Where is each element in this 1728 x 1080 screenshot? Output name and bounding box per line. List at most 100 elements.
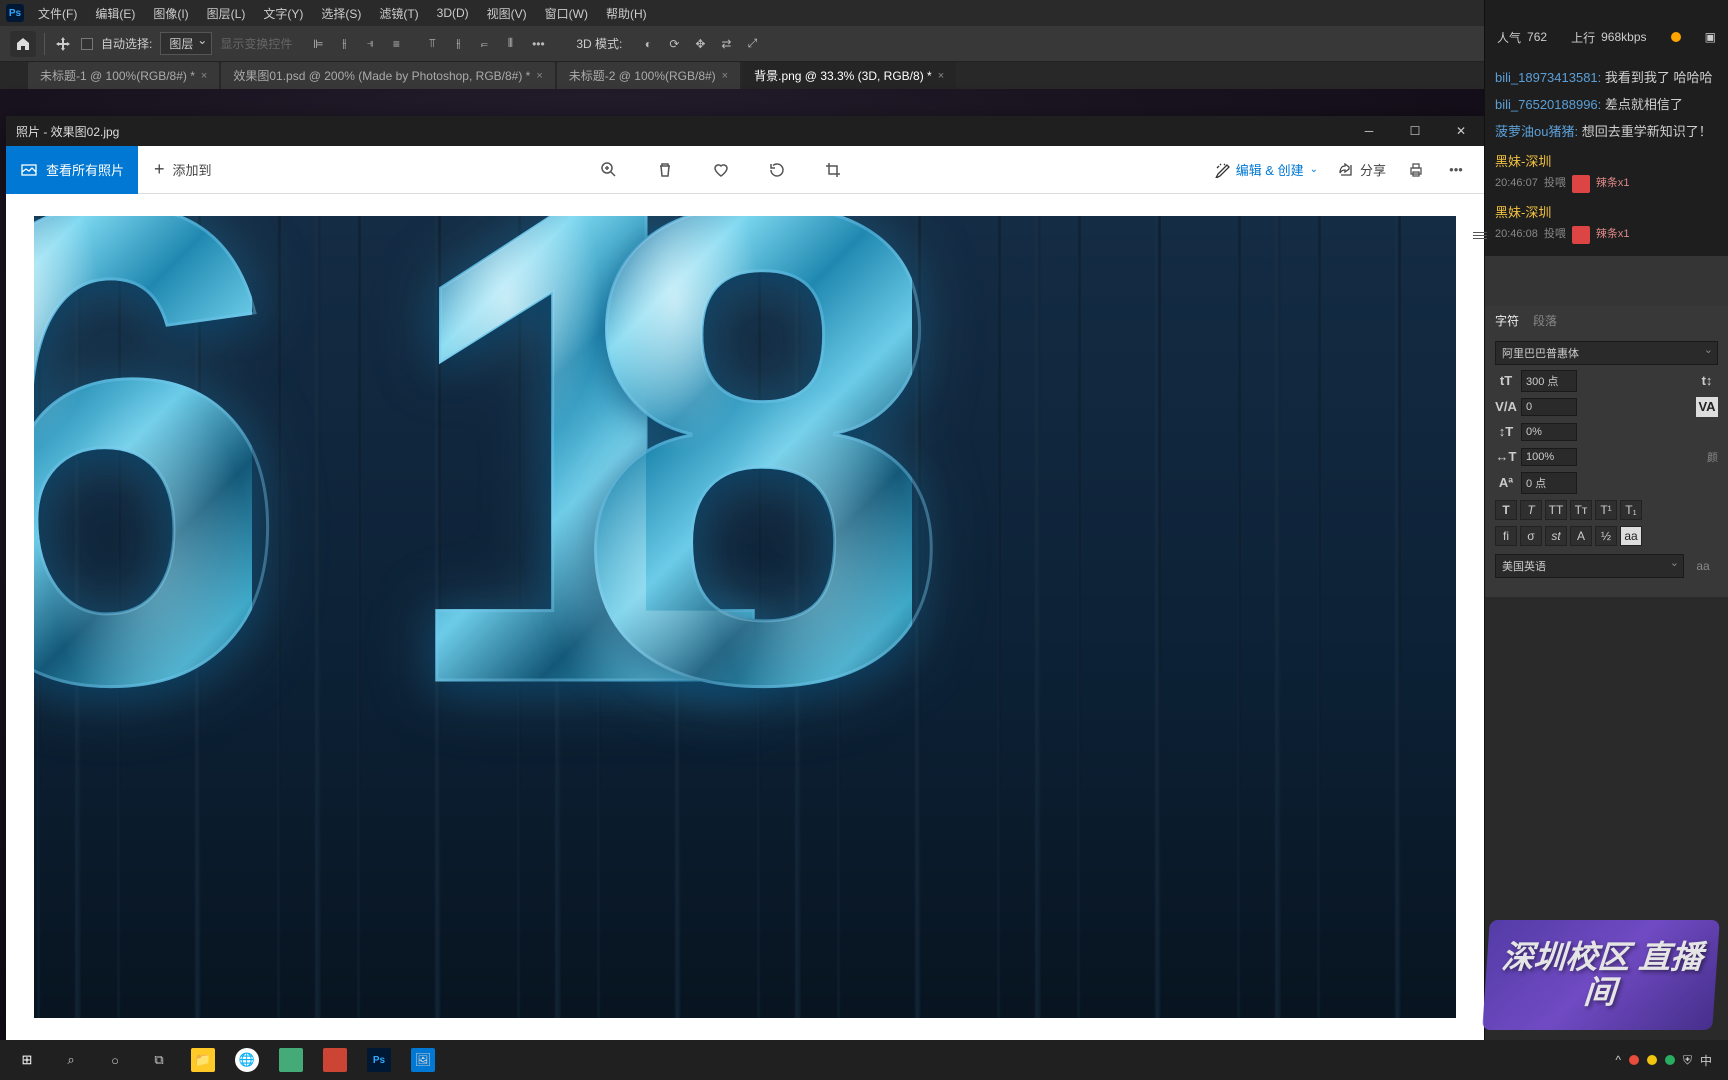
italic-button[interactable]: T	[1520, 500, 1542, 520]
zoom-icon[interactable]	[599, 160, 619, 180]
fraction-button[interactable]: ½	[1595, 526, 1617, 546]
vscale-input[interactable]: 100%	[1521, 448, 1577, 466]
taskbar-chrome[interactable]: 🌐	[226, 1040, 268, 1080]
move-tool-icon[interactable]	[53, 34, 73, 54]
menu-layer[interactable]: 图层(L)	[199, 2, 254, 25]
taskbar-app2[interactable]	[314, 1040, 356, 1080]
chat-user: 菠萝油ou猪猪:	[1495, 124, 1578, 139]
menu-edit[interactable]: 编辑(E)	[87, 2, 143, 25]
subscript-button[interactable]: T₁	[1620, 500, 1642, 520]
layer-dropdown[interactable]: 图层	[160, 32, 212, 55]
menu-3d[interactable]: 3D(D)	[429, 3, 477, 23]
minimize-button[interactable]: ─	[1346, 116, 1392, 146]
panel-drag-handle[interactable]	[1476, 220, 1484, 250]
menu-view[interactable]: 视图(V)	[479, 2, 535, 25]
menu-image[interactable]: 图像(I)	[145, 2, 196, 25]
smallcaps-button[interactable]: Tᴛ	[1570, 500, 1592, 520]
add-to-button[interactable]: + 添加到	[138, 159, 228, 180]
maximize-button[interactable]: ☐	[1392, 116, 1438, 146]
align-left-icon[interactable]: ⊫	[308, 34, 328, 54]
photos-titlebar[interactable]: 照片 - 效果图02.jpg ─ ☐ ✕	[6, 116, 1484, 146]
tray-status-red[interactable]	[1629, 1055, 1639, 1065]
superscript-button[interactable]: T¹	[1595, 500, 1617, 520]
3d-pan-icon[interactable]: ✥	[690, 34, 710, 54]
system-tray[interactable]: ^ ⛨ 中	[1615, 1052, 1722, 1069]
tray-status-green[interactable]	[1665, 1055, 1675, 1065]
delete-icon[interactable]	[655, 160, 675, 180]
rotate-icon[interactable]	[767, 160, 787, 180]
taskbar-photos[interactable]: 🖼	[402, 1040, 444, 1080]
photo-viewport[interactable]: 6 1 8 6 1 8	[6, 194, 1484, 1040]
close-icon[interactable]: ×	[201, 70, 207, 82]
menu-type[interactable]: 文字(Y)	[255, 2, 311, 25]
align-vcenter-icon[interactable]: ⫲	[448, 34, 468, 54]
baseline-input[interactable]: 0 点	[1521, 472, 1577, 494]
3d-roll-icon[interactable]: ⟳	[664, 34, 684, 54]
chat-area[interactable]: bili_18973413581: 我看到我了 哈哈哈 bili_7652018…	[1485, 60, 1728, 256]
ime-indicator[interactable]: 中	[1700, 1052, 1712, 1069]
screen-icon[interactable]: ▣	[1705, 30, 1716, 44]
edit-create-button[interactable]: 编辑 & 创建 ⌄	[1214, 160, 1318, 179]
view-all-photos-button[interactable]: 查看所有照片	[6, 146, 138, 194]
swash-button[interactable]: st	[1545, 526, 1567, 546]
tab-label: 未标题-2 @ 100%(RGB/8#)	[569, 67, 716, 84]
share-button[interactable]: 分享	[1338, 160, 1386, 179]
align-hcenter-icon[interactable]: ⫲	[334, 34, 354, 54]
3d-scale-icon[interactable]: ⤢	[742, 34, 762, 54]
font-family-select[interactable]: 阿里巴巴普惠体	[1495, 341, 1718, 365]
auto-select-checkbox[interactable]	[81, 38, 93, 50]
cortana-button[interactable]: ○	[94, 1040, 136, 1080]
tracking-input[interactable]: 0%	[1521, 423, 1577, 441]
tab-character[interactable]: 字符	[1495, 312, 1519, 331]
options-bar: 自动选择: 图层 显示变换控件 ⊫ ⫲ ⫣ ≡ ⫪ ⫲ ⫭ ⫴ ••• 3D 模…	[0, 26, 1728, 62]
gift-icon	[1572, 175, 1590, 193]
distribute-icon[interactable]: ⫴	[500, 34, 520, 54]
home-button[interactable]	[10, 31, 36, 57]
ordinal-button[interactable]: A	[1570, 526, 1592, 546]
menu-filter[interactable]: 滤镜(T)	[371, 2, 426, 25]
search-button[interactable]: ⌕	[50, 1040, 92, 1080]
more-icon[interactable]: •••	[1446, 160, 1466, 180]
align-right-icon[interactable]: ⫣	[360, 34, 380, 54]
close-button[interactable]: ✕	[1438, 116, 1484, 146]
stylistic-button[interactable]: σ	[1520, 526, 1542, 546]
menu-select[interactable]: 选择(S)	[313, 2, 369, 25]
antialiasing-select[interactable]: aa	[1688, 559, 1718, 573]
menu-file[interactable]: 文件(F)	[30, 2, 85, 25]
close-icon[interactable]: ×	[938, 70, 944, 82]
menu-help[interactable]: 帮助(H)	[598, 2, 655, 25]
3d-orbit-icon[interactable]: ◐	[638, 34, 658, 54]
crop-icon[interactable]	[823, 160, 843, 180]
language-select[interactable]: 美国英语	[1495, 554, 1684, 578]
favorite-icon[interactable]	[711, 160, 731, 180]
close-icon[interactable]: ×	[536, 70, 542, 82]
align-bottom-icon[interactable]: ⫭	[474, 34, 494, 54]
align-justify-icon[interactable]: ≡	[386, 34, 406, 54]
taskview-button[interactable]: ⧉	[138, 1040, 180, 1080]
discretionary-button[interactable]: aa	[1620, 526, 1642, 546]
ligature-button[interactable]: fi	[1495, 526, 1517, 546]
stream-stats: 人气 762 上行 968kbps ▣	[1485, 0, 1728, 60]
taskbar-explorer[interactable]: 📁	[182, 1040, 224, 1080]
3d-slide-icon[interactable]: ⇄	[716, 34, 736, 54]
close-icon[interactable]: ×	[722, 70, 728, 82]
taskbar-app1[interactable]	[270, 1040, 312, 1080]
menu-window[interactable]: 窗口(W)	[537, 2, 596, 25]
doc-tab-4[interactable]: 背景.png @ 33.3% (3D, RGB/8) *×	[742, 62, 956, 89]
tray-status-yellow[interactable]	[1647, 1055, 1657, 1065]
doc-tab-1[interactable]: 未标题-1 @ 100%(RGB/8#) *×	[28, 62, 219, 89]
font-size-input[interactable]: 300 点	[1521, 370, 1577, 392]
tray-chevron-icon[interactable]: ^	[1615, 1053, 1621, 1067]
align-top-icon[interactable]: ⫪	[422, 34, 442, 54]
tray-shield-icon[interactable]: ⛨	[1683, 1053, 1692, 1068]
kerning-input[interactable]: 0	[1521, 398, 1577, 416]
allcaps-button[interactable]: TT	[1545, 500, 1567, 520]
start-button[interactable]: ⊞	[6, 1040, 48, 1080]
more-options-icon[interactable]: •••	[528, 34, 548, 54]
doc-tab-2[interactable]: 效果图01.psd @ 200% (Made by Photoshop, RGB…	[221, 62, 554, 89]
taskbar-photoshop[interactable]: Ps	[358, 1040, 400, 1080]
doc-tab-3[interactable]: 未标题-2 @ 100%(RGB/8#) ×	[557, 62, 740, 89]
tab-paragraph[interactable]: 段落	[1533, 312, 1557, 331]
print-icon[interactable]	[1406, 160, 1426, 180]
bold-button[interactable]: T	[1495, 500, 1517, 520]
